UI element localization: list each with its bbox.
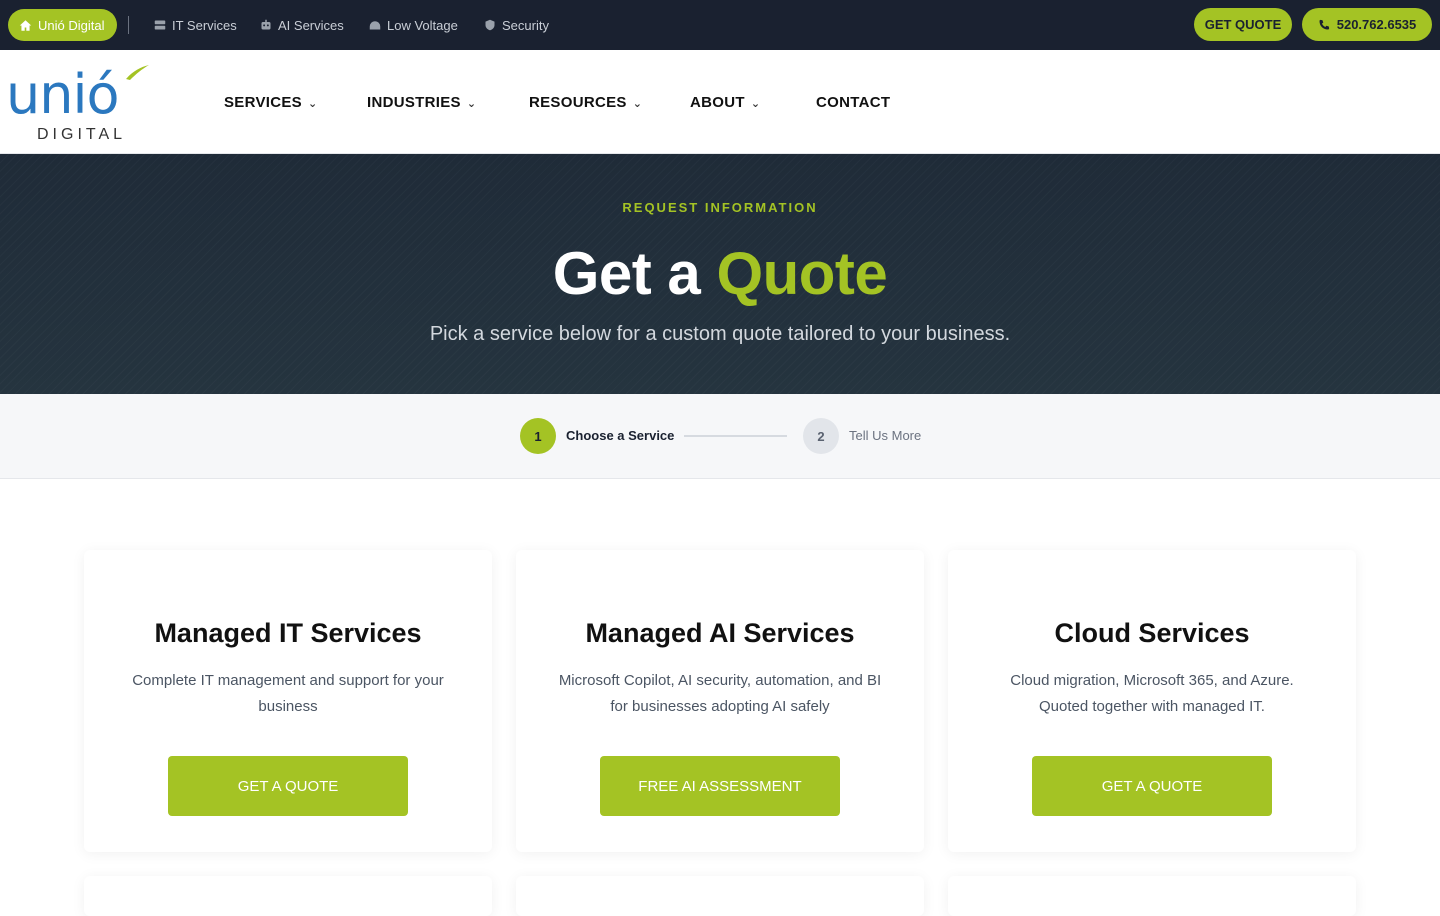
card-title: Cloud Services bbox=[1054, 618, 1250, 648]
step-connector bbox=[684, 435, 787, 437]
nav-services-label: SERVICES bbox=[224, 93, 302, 111]
hero-eyebrow: REQUEST INFORMATION bbox=[622, 200, 818, 215]
server-icon bbox=[154, 20, 166, 30]
service-card-cloud: Cloud Services Cloud migration, Microsof… bbox=[948, 550, 1356, 852]
service-card-partial bbox=[516, 876, 924, 916]
main-nav: unió DIGITAL SERVICES ⌄ INDUSTRIES ⌄ RES… bbox=[0, 50, 1440, 154]
home-link-label: Unió Digital bbox=[38, 17, 105, 33]
service-card-managed-ai: Managed AI Services Microsoft Copilot, A… bbox=[516, 550, 924, 852]
nav-about-label: ABOUT bbox=[690, 93, 745, 111]
divider bbox=[128, 16, 129, 34]
nav-contact-label: CONTACT bbox=[816, 93, 891, 111]
logo-accent-mark bbox=[126, 65, 149, 80]
get-a-quote-button[interactable]: GET A QUOTE bbox=[1032, 756, 1272, 816]
step-1-number: 1 bbox=[520, 418, 556, 454]
low-voltage-label: Low Voltage bbox=[387, 17, 458, 33]
nav-about[interactable]: ABOUT ⌄ bbox=[690, 92, 760, 112]
step-1-label: Choose a Service bbox=[566, 428, 675, 443]
card-description: Complete IT management and support for y… bbox=[132, 672, 444, 715]
low-voltage-link[interactable]: Low Voltage bbox=[369, 16, 458, 34]
progress-steps: 1 Choose a Service 2 Tell Us More bbox=[0, 394, 1440, 479]
hero-subtitle: Pick a service below for a custom quote … bbox=[429, 323, 1011, 345]
utility-bar: Unió Digital IT Services AI Services Low… bbox=[0, 0, 1440, 50]
network-icon bbox=[369, 21, 381, 30]
hero-banner: REQUEST INFORMATION Get a Quote Pick a s… bbox=[0, 154, 1440, 394]
chevron-down-icon: ⌄ bbox=[632, 98, 643, 110]
service-card-managed-it: Managed IT Services Complete IT manageme… bbox=[84, 550, 492, 852]
card-description: Microsoft Copilot, AI security, automati… bbox=[558, 672, 882, 715]
it-services-link[interactable]: IT Services bbox=[154, 16, 237, 34]
page-title: Get a Quote bbox=[0, 238, 1440, 310]
service-card-partial bbox=[84, 876, 492, 916]
nav-resources-label: RESOURCES bbox=[529, 93, 627, 111]
logo-subtitle: DIGITAL bbox=[37, 126, 127, 143]
robot-icon bbox=[261, 19, 271, 30]
get-a-quote-button[interactable]: GET A QUOTE bbox=[168, 756, 408, 816]
phone-number: 520.762.6535 bbox=[1336, 17, 1417, 32]
page-title-accent: Quote bbox=[716, 240, 888, 307]
phone-button[interactable]: 520.762.6535 bbox=[1302, 8, 1432, 41]
free-ai-assessment-button[interactable]: FREE AI ASSESSMENT bbox=[600, 756, 840, 816]
home-link[interactable]: Unió Digital bbox=[8, 9, 118, 41]
phone-icon bbox=[1319, 19, 1329, 29]
step-2-label: Tell Us More bbox=[849, 428, 922, 443]
get-quote-button[interactable]: GET QUOTE bbox=[1194, 8, 1292, 41]
home-icon bbox=[19, 19, 32, 31]
chevron-down-icon: ⌄ bbox=[308, 98, 318, 110]
card-title: Managed IT Services bbox=[154, 618, 422, 648]
it-services-label: IT Services bbox=[172, 17, 237, 33]
page-title-main: Get a bbox=[552, 240, 701, 307]
ai-services-label: AI Services bbox=[278, 17, 344, 33]
card-description: Cloud migration, Microsoft 365, and Azur… bbox=[1010, 672, 1294, 715]
card-title: Managed AI Services bbox=[585, 618, 855, 648]
service-card-partial bbox=[948, 876, 1356, 916]
step-2-number: 2 bbox=[803, 418, 839, 454]
nav-services[interactable]: SERVICES ⌄ bbox=[224, 92, 318, 112]
logo-wordmark: unió bbox=[6, 63, 119, 126]
nav-resources[interactable]: RESOURCES ⌄ bbox=[529, 92, 642, 112]
site-logo[interactable]: unió DIGITAL bbox=[6, 64, 156, 144]
nav-industries-label: INDUSTRIES bbox=[367, 93, 461, 111]
security-link[interactable]: Security bbox=[484, 16, 549, 34]
chevron-down-icon: ⌄ bbox=[466, 98, 477, 110]
shield-icon bbox=[485, 19, 495, 31]
nav-contact[interactable]: CONTACT bbox=[816, 92, 890, 112]
security-label: Security bbox=[502, 17, 549, 33]
ai-services-link[interactable]: AI Services bbox=[260, 16, 344, 34]
chevron-down-icon: ⌄ bbox=[750, 98, 761, 110]
nav-industries[interactable]: INDUSTRIES ⌄ bbox=[367, 92, 476, 112]
